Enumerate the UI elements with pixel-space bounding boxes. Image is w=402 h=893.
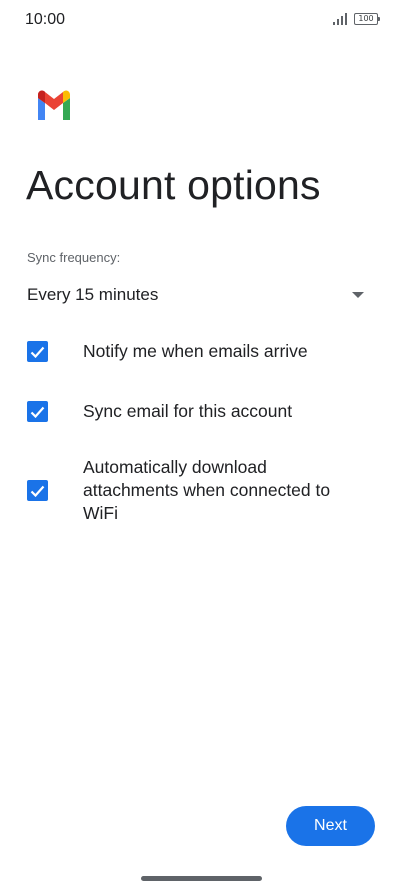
sync-email-checkbox[interactable] <box>27 401 48 422</box>
notify-checkbox[interactable] <box>27 341 48 362</box>
signal-icon <box>333 13 349 25</box>
auto-download-label: Automatically download attachments when … <box>83 457 331 523</box>
sync-frequency-dropdown[interactable]: Every 15 minutes <box>27 280 367 310</box>
checkmark-icon <box>30 346 45 358</box>
sync-frequency-label: Sync frequency: <box>27 250 121 265</box>
status-time: 10:00 <box>25 11 66 28</box>
sync-email-option[interactable]: Sync email for this account <box>27 400 367 423</box>
auto-download-checkbox[interactable] <box>27 480 48 501</box>
checkmark-icon <box>30 485 45 497</box>
sync-email-label: Sync email for this account <box>83 401 293 421</box>
dropdown-arrow-icon <box>352 292 364 298</box>
status-icons: 100 <box>333 13 380 25</box>
checkmark-icon <box>30 406 45 418</box>
gmail-logo <box>38 90 70 120</box>
auto-download-option[interactable]: Automatically download attachments when … <box>27 456 367 525</box>
battery-icon: 100 <box>354 13 380 25</box>
next-button[interactable]: Next <box>286 806 375 846</box>
notify-option[interactable]: Notify me when emails arrive <box>27 340 367 363</box>
notify-label: Notify me when emails arrive <box>83 341 308 361</box>
home-indicator[interactable] <box>141 876 262 881</box>
sync-frequency-value: Every 15 minutes <box>27 285 159 304</box>
account-options-screen: 10:00 100 Account options Sync frequency… <box>0 0 402 893</box>
page-title: Account options <box>26 162 321 208</box>
